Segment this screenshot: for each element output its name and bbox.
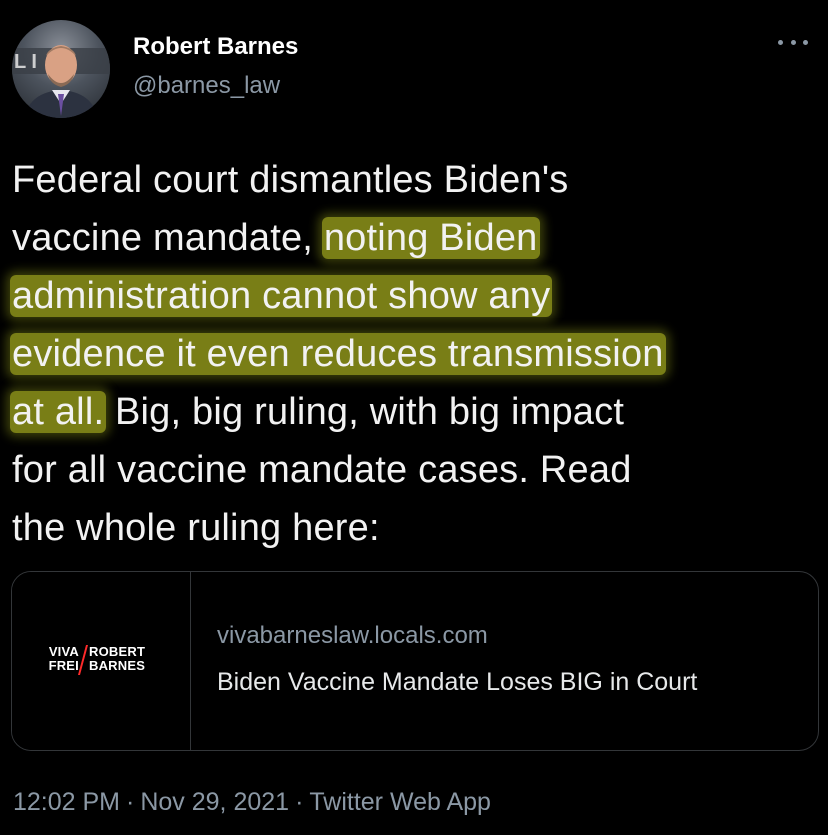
- more-options-icon[interactable]: [778, 32, 808, 52]
- tweet-metadata: 12:02 PM · Nov 29, 2021 · Twitter Web App: [13, 786, 491, 818]
- highlighted-text: evidence it even reduces transmission: [10, 333, 666, 375]
- tweet-source[interactable]: Twitter Web App: [309, 788, 491, 816]
- more-dot: [790, 39, 796, 45]
- more-dot: [778, 39, 783, 45]
- author-avatar[interactable]: L I: [12, 20, 110, 118]
- highlighted-text: at all.: [10, 391, 107, 433]
- logo-slash: [77, 645, 89, 675]
- tweet-text-line: Federal court dismantles Biden's: [12, 159, 569, 201]
- author-info: Robert Barnes @barnes_law: [133, 33, 298, 100]
- link-preview-thumbnail: VIVA FREI ROBERT BARNES: [12, 572, 191, 750]
- link-domain: vivabarneslaw.locals.com: [217, 622, 488, 649]
- link-title[interactable]: Biden Vaccine Mandate Loses BIG in Court: [217, 667, 697, 697]
- author-handle[interactable]: @barnes_law: [133, 72, 298, 100]
- tweet-text-line: administration cannot show any: [10, 267, 812, 325]
- highlighted-text: administration cannot show any: [10, 275, 553, 317]
- more-dot: [803, 39, 808, 45]
- meta-separator: ·: [126, 788, 135, 816]
- meta-separator: ·: [295, 788, 304, 816]
- tweet-text-line: evidence it even reduces transmission: [10, 325, 812, 383]
- tweet: L I Robert Barnes @barnes_law Federal co…: [0, 0, 828, 835]
- viva-frei-barnes-logo: VIVA FREI ROBERT BARNES: [37, 645, 172, 677]
- logo-left-text: VIVA FREI: [48, 644, 79, 673]
- svg-text:L I: L I: [14, 51, 37, 73]
- link-preview-card[interactable]: VIVA FREI ROBERT BARNES vivabarneslaw.lo…: [11, 571, 819, 751]
- highlighted-text: noting Biden: [321, 217, 540, 259]
- tweet-text-line: vaccine mandate, noting Biden: [12, 217, 540, 259]
- user-avatar-icon: L I: [12, 45, 110, 118]
- logo-right-text: ROBERT BARNES: [89, 644, 146, 673]
- tweet-time[interactable]: 12:02 PM: [13, 788, 120, 816]
- tweet-text-line: at all. Big, big ruling, with big impact: [10, 391, 625, 433]
- author-display-name[interactable]: Robert Barnes: [133, 33, 298, 61]
- tweet-date[interactable]: Nov 29, 2021: [140, 788, 289, 816]
- tweet-text-line: for all vaccine mandate cases. Read: [12, 449, 632, 491]
- tweet-text-line: the whole ruling here:: [12, 507, 380, 549]
- tweet-text: Federal court dismantles Biden's vaccine…: [10, 151, 812, 557]
- link-preview-info: vivabarneslaw.locals.com Biden Vaccine M…: [217, 622, 697, 697]
